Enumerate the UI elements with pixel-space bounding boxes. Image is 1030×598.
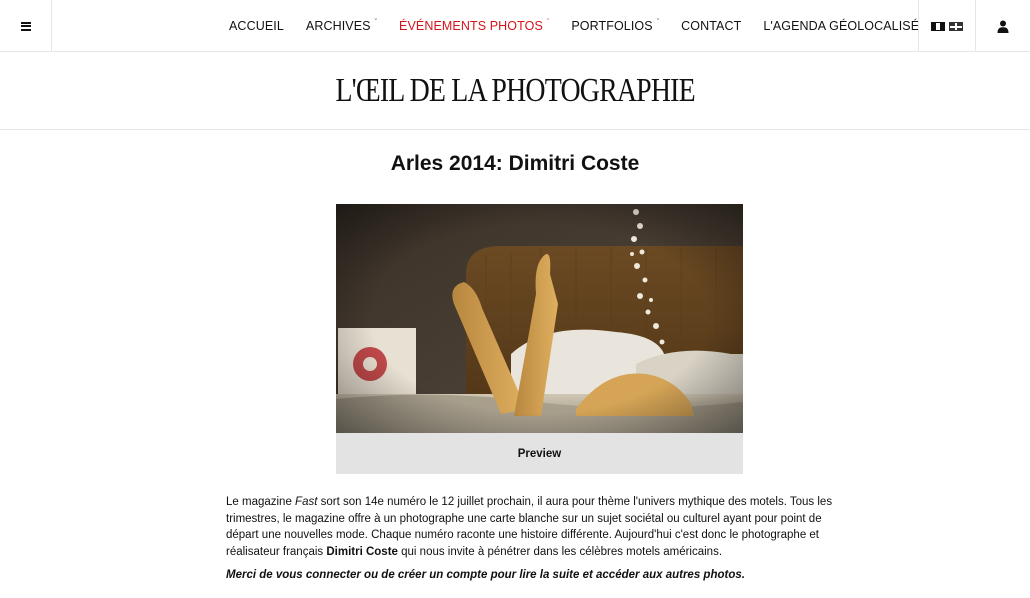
hamburger-menu-button[interactable] [0, 0, 52, 52]
main-nav: ACCUEIL ARCHIVES ˇ ÉVÉNEMENTS PHOTOS ˇ P… [218, 0, 930, 52]
nav-item-archives[interactable]: ARCHIVES ˇ [295, 18, 388, 34]
nav-item-label: ARCHIVES [305, 19, 371, 33]
nav-item-accueil[interactable]: ACCUEIL [218, 19, 295, 33]
hamburger-icon [20, 21, 31, 31]
nav-item-portfolios[interactable]: PORTFOLIOS ˇ [560, 18, 670, 34]
uk-flag-icon[interactable] [949, 21, 963, 31]
photographer-name: Dimitri Coste [326, 545, 398, 558]
article-photo[interactable] [336, 204, 743, 433]
article-body: Le magazine Fast sort son 14e numéro le … [226, 494, 836, 560]
nav-item-contact[interactable]: CONTACT [670, 19, 752, 33]
body-text-part: Le magazine [226, 496, 296, 508]
article-title: Arles 2014: Dimitri Coste [390, 152, 640, 175]
site-logo[interactable]: L'ŒIL DE LA PHOTOGRAPHIE [335, 72, 695, 110]
photo-image [336, 204, 743, 433]
nav-item-label: ACCUEIL [229, 19, 284, 33]
chevron-down-icon: ˇ [656, 18, 660, 26]
nav-item-label: L'AGENDA GÉOLOCALISÉ [763, 19, 920, 33]
language-switcher [918, 0, 976, 52]
login-notice: Merci de vous connecter ou de créer un c… [226, 569, 745, 581]
fr-flag-icon[interactable] [931, 21, 945, 31]
site-header: L'ŒIL DE LA PHOTOGRAPHIE [0, 52, 1030, 130]
nav-item-agenda[interactable]: L'AGENDA GÉOLOCALISÉ [752, 19, 930, 33]
body-text-part: qui nous invite à pénétrer dans les célè… [397, 545, 723, 558]
nav-item-label: PORTFOLIOS [571, 19, 653, 33]
chevron-down-icon: ˇ [374, 18, 378, 26]
preview-button[interactable]: Preview [336, 433, 743, 474]
top-navigation-bar: ACCUEIL ARCHIVES ˇ ÉVÉNEMENTS PHOTOS ˇ P… [0, 0, 1030, 52]
magazine-name: Fast [295, 496, 318, 508]
user-icon [997, 20, 1009, 33]
nav-item-evenements-photos[interactable]: ÉVÉNEMENTS PHOTOS ˇ [388, 18, 560, 34]
chevron-down-icon: ˇ [546, 18, 550, 26]
nav-item-label: CONTACT [681, 19, 742, 33]
user-account-button[interactable] [976, 0, 1030, 52]
nav-item-label: ÉVÉNEMENTS PHOTOS [399, 19, 543, 33]
